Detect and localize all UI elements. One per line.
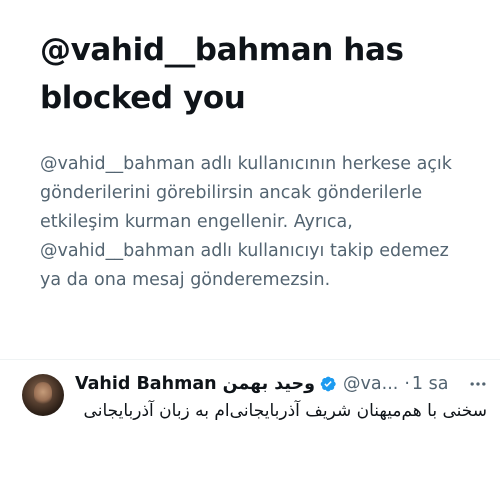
blocked-title: @vahid__bahman has blocked you (40, 32, 404, 116)
display-name-persian[interactable]: وحید بهمن (223, 374, 315, 394)
separator: · (404, 374, 410, 394)
display-name[interactable]: Vahid Bahman (75, 374, 217, 394)
handle[interactable]: @va... (343, 374, 398, 394)
post-item[interactable]: Vahid Bahman وحید بهمن @va... · 1 sa سخن… (0, 360, 500, 484)
more-horizontal-icon[interactable] (468, 374, 488, 394)
post-text: سخنی با هم‌میهنان شریف آذربایجانی‌ام به … (83, 401, 487, 421)
post-header: Vahid Bahman وحید بهمن @va... · 1 sa (75, 372, 490, 396)
timestamp[interactable]: 1 sa (412, 374, 449, 394)
avatar[interactable] (22, 374, 64, 416)
blocked-description: @vahid__bahman adlı kullanıcının herkese… (40, 154, 452, 290)
verified-badge-icon (319, 375, 337, 393)
blocked-notice: @vahid__bahman has blocked you @vahid__b… (0, 0, 500, 360)
